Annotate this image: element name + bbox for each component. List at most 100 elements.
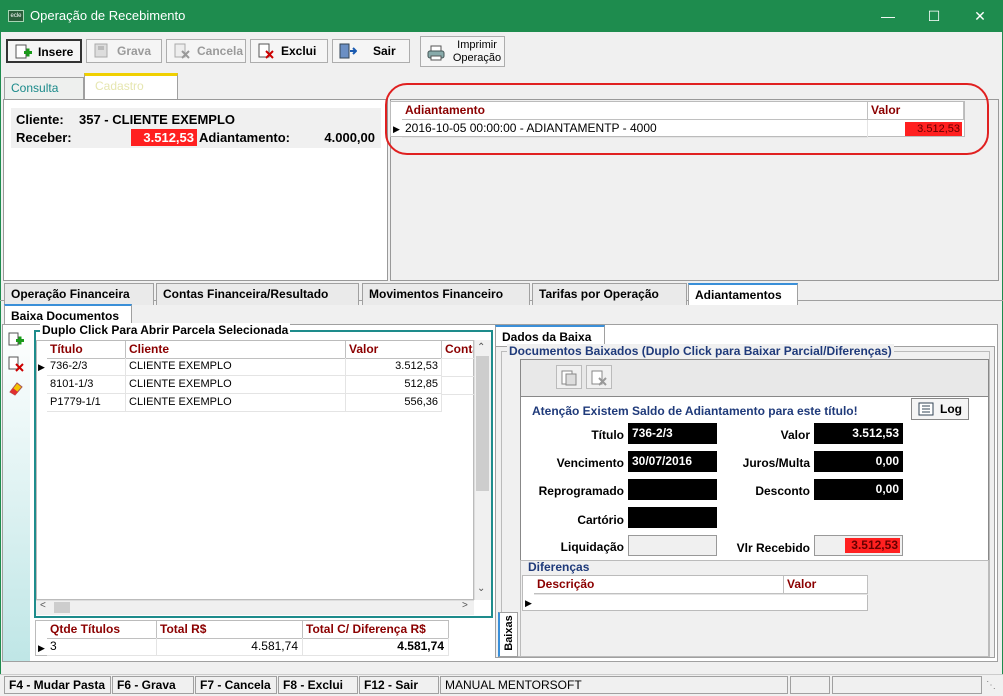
receber-value: 3.512,53 <box>131 129 197 146</box>
copy-icon[interactable] <box>556 365 582 389</box>
sair-button[interactable]: Sair <box>332 39 410 63</box>
reprogramado-field[interactable] <box>628 479 717 500</box>
insert-icon <box>14 44 32 60</box>
dif-row-descricao[interactable] <box>534 594 784 595</box>
tab-tarifas[interactable]: Tarifas por Operação <box>532 283 687 305</box>
docs-row-valor[interactable]: 3.512,53 <box>346 358 442 376</box>
scroll-up-icon[interactable]: ⌃ <box>477 342 485 353</box>
docs-row-conta[interactable] <box>442 376 474 377</box>
docs-row-conta[interactable] <box>442 358 474 359</box>
cartorio-label: Cartório <box>577 513 624 527</box>
status-panel-a <box>790 676 830 694</box>
scroll-right-icon[interactable]: > <box>462 600 468 611</box>
close-button[interactable]: ✕ <box>957 0 1003 32</box>
docs-group-title: Duplo Click Para Abrir Parcela Seleciona… <box>40 323 291 337</box>
docs-row-titulo[interactable]: P1779-1/1 <box>47 394 126 412</box>
imprimir-label-2: Operação <box>452 52 502 64</box>
docs-row-titulo[interactable]: 8101-1/3 <box>47 376 126 394</box>
imprimir-button[interactable]: Imprimir Operação <box>420 36 505 67</box>
minimize-button[interactable]: — <box>865 0 911 32</box>
liquidacao-field[interactable] <box>628 535 717 556</box>
status-panel-b <box>832 676 982 694</box>
docs-hscrollbar[interactable] <box>36 600 474 615</box>
docs-col-valor: Valor <box>346 341 442 359</box>
eraser-icon[interactable] <box>8 380 24 399</box>
vencimento-label: Vencimento <box>556 456 624 470</box>
docs-col-conta: Conta <box>442 341 474 359</box>
valor-label: Valor <box>780 428 810 442</box>
cancela-button[interactable]: Cancela <box>166 39 246 63</box>
totals-col-total-dif: Total C/ Diferença R$ <box>303 621 449 639</box>
juros-label: Juros/Multa <box>742 456 810 470</box>
docs-row-cliente[interactable]: CLIENTE EXEMPLO <box>126 376 346 394</box>
exclui-button[interactable]: Exclui <box>250 39 328 63</box>
adiantamento-label: Adiantamento: <box>199 130 290 145</box>
receber-label: Receber: <box>16 130 72 145</box>
cliente-label: Cliente: <box>16 112 64 127</box>
log-button[interactable]: Log <box>911 398 969 420</box>
tab-operacao-financeira[interactable]: Operação Financeira <box>4 283 154 305</box>
cancela-label: Cancela <box>197 44 244 58</box>
liquidacao-label: Liquidação <box>560 540 624 554</box>
docs-row-conta[interactable] <box>442 394 474 395</box>
tab-consulta[interactable]: Consulta <box>4 77 84 99</box>
docs-row-indicator-icon: ▶ <box>38 362 45 372</box>
status-f7: F7 - Cancela <box>195 676 277 694</box>
tab-adiantamentos[interactable]: Adiantamentos <box>688 283 798 305</box>
docs-hscroll-thumb[interactable] <box>54 602 70 613</box>
resize-grip-icon[interactable]: ⋱ <box>986 680 996 691</box>
title-bar: ecle Operação de Recebimento — ☐ ✕ <box>0 0 1003 32</box>
docs-row-cliente[interactable]: CLIENTE EXEMPLO <box>126 394 346 412</box>
list-icon <box>918 402 934 422</box>
vlr-recebido-field[interactable]: 3.512,53 <box>845 538 900 553</box>
vencimento-field[interactable]: 30/07/2016 <box>628 451 717 472</box>
titulo-field[interactable]: 736-2/3 <box>628 423 717 444</box>
docs-row-valor[interactable]: 512,85 <box>346 376 442 394</box>
cartorio-field[interactable] <box>628 507 717 528</box>
vlr-recebido-box: 3.512,53 <box>814 535 903 556</box>
sair-label: Sair <box>373 44 396 58</box>
dif-row-valor[interactable] <box>784 594 868 595</box>
dif-col-descricao: Descrição <box>534 576 784 594</box>
totals-row-indicator-icon: ▶ <box>38 643 45 653</box>
delete-doc-icon[interactable] <box>586 365 612 389</box>
remove-row-icon[interactable] <box>8 356 24 375</box>
scroll-down-icon[interactable]: ⌄ <box>477 583 485 594</box>
tab-movimentos-financeiro[interactable]: Movimentos Financeiro <box>362 283 530 305</box>
insere-button[interactable]: Insere <box>6 39 82 63</box>
cancel-icon <box>173 43 191 59</box>
tab-baixas[interactable]: Baixas <box>498 612 518 657</box>
dif-col-valor: Valor <box>784 576 868 594</box>
delete-icon <box>257 43 275 59</box>
reprogramado-label: Reprogramado <box>538 484 624 498</box>
exclui-label: Exclui <box>281 44 317 58</box>
docs-col-titulo: Título <box>47 341 126 359</box>
docs-row-titulo[interactable]: 736-2/3 <box>47 358 126 376</box>
docs-row-cliente[interactable]: CLIENTE EXEMPLO <box>126 358 346 376</box>
status-manual: MANUAL MENTORSOFT <box>440 676 788 694</box>
status-f4: F4 - Mudar Pasta <box>4 676 111 694</box>
add-row-icon[interactable] <box>8 332 24 351</box>
printer-icon <box>427 45 445 64</box>
window-title: Operação de Recebimento <box>30 8 186 23</box>
tab-contas-financeira[interactable]: Contas Financeira/Resultado <box>156 283 359 305</box>
docs-row-valor[interactable]: 556,36 <box>346 394 442 412</box>
maximize-button[interactable]: ☐ <box>911 0 957 32</box>
docs-col-cliente: Cliente <box>126 341 346 359</box>
scroll-left-icon[interactable]: < <box>40 600 46 611</box>
grava-button[interactable]: Grava <box>86 39 162 63</box>
totals-total-dif: 4.581,74 <box>303 638 449 656</box>
app-icon: ecle <box>8 10 24 22</box>
docs-vscroll-thumb[interactable] <box>476 356 489 491</box>
tab-cadastro[interactable]: Cadastro <box>84 73 178 100</box>
desconto-field[interactable]: 0,00 <box>814 479 903 500</box>
valor-field[interactable]: 3.512,53 <box>814 423 903 444</box>
side-toolbar <box>3 325 30 661</box>
adiantamento-value: 4.000,00 <box>324 130 375 145</box>
desconto-label: Desconto <box>755 484 810 498</box>
totals-col-qtde: Qtde Títulos <box>47 621 157 639</box>
imprimir-label-1: Imprimir <box>457 39 497 51</box>
juros-field[interactable]: 0,00 <box>814 451 903 472</box>
totals-col-total: Total R$ <box>157 621 303 639</box>
grava-label: Grava <box>117 44 152 58</box>
